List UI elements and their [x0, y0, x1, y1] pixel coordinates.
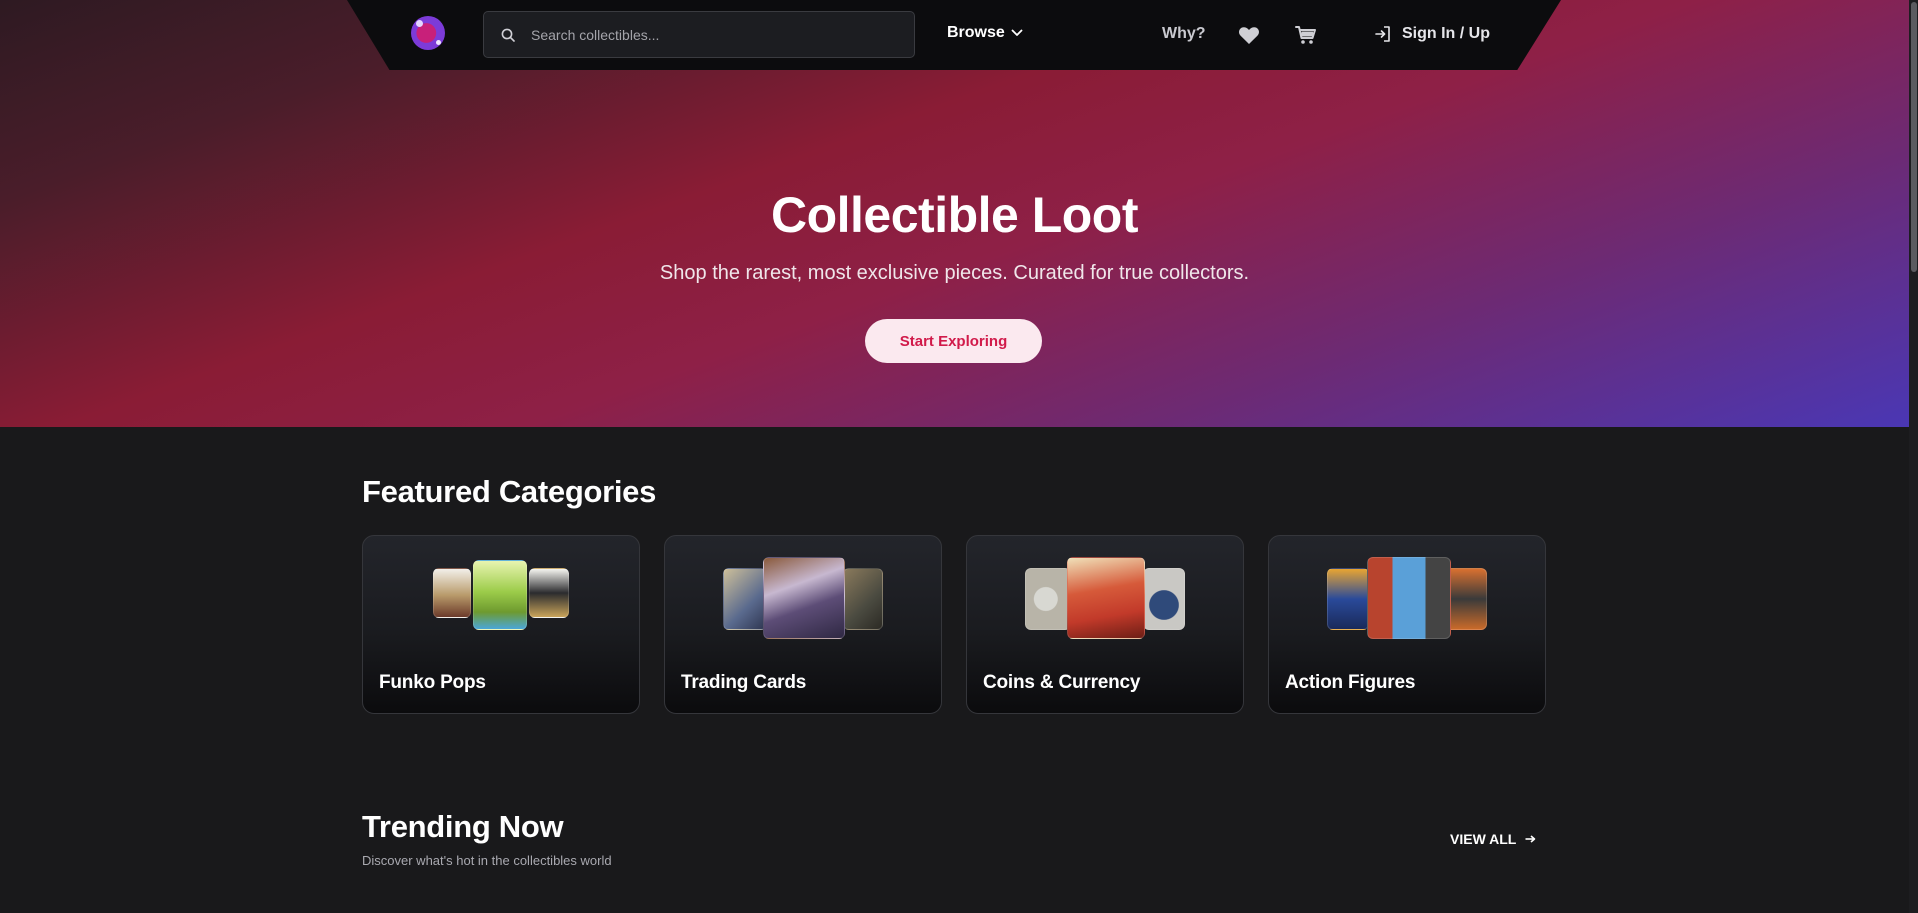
- cart-icon: [1295, 26, 1316, 44]
- category-card-action-figures[interactable]: Action Figures: [1268, 535, 1546, 714]
- chevron-down-icon: [1011, 29, 1023, 36]
- coins-currency-image: [967, 557, 1243, 642]
- category-card-funko-pops[interactable]: Funko Pops: [362, 535, 640, 714]
- trending-subtitle: Discover what's hot in the collectibles …: [362, 853, 612, 868]
- funko-pops-image: [363, 560, 639, 642]
- category-card-trading-cards[interactable]: Trading Cards: [664, 535, 942, 714]
- heart-icon: [1239, 27, 1259, 44]
- cart-button[interactable]: [1295, 25, 1317, 50]
- browse-label: Browse: [947, 24, 1005, 41]
- category-name: Funko Pops: [379, 672, 486, 693]
- logo-icon[interactable]: [411, 16, 445, 50]
- why-link[interactable]: Why?: [1162, 25, 1206, 43]
- sign-in-label: Sign In / Up: [1402, 25, 1490, 42]
- search-input[interactable]: [531, 12, 901, 57]
- browse-menu[interactable]: Browse: [947, 24, 1023, 42]
- category-name: Action Figures: [1285, 672, 1416, 693]
- page: Collectible Loot Shop the rarest, most e…: [0, 0, 1918, 913]
- view-all-link[interactable]: VIEW ALL: [1450, 831, 1536, 847]
- view-all-label: VIEW ALL: [1450, 831, 1517, 847]
- featured-categories-title: Featured Categories: [362, 474, 657, 509]
- action-figures-image: [1269, 557, 1545, 642]
- scrollbar-thumb[interactable]: [1911, 2, 1917, 272]
- arrow-right-icon: [1525, 835, 1536, 843]
- search-bar: [483, 11, 915, 58]
- hero-subtitle: Shop the rarest, most exclusive pieces. …: [659, 262, 1250, 284]
- search-icon: [501, 28, 515, 42]
- wishlist-button[interactable]: [1238, 26, 1260, 50]
- sign-in-icon: [1375, 26, 1390, 42]
- category-name: Trading Cards: [681, 672, 807, 693]
- hero-title: Collectible Loot: [771, 187, 1139, 243]
- start-exploring-button[interactable]: Start Exploring: [865, 319, 1042, 363]
- sign-in-button[interactable]: Sign In / Up: [1374, 25, 1490, 43]
- trading-cards-image: [665, 557, 941, 642]
- category-card-coins-currency[interactable]: Coins & Currency: [966, 535, 1244, 714]
- category-name: Coins & Currency: [983, 672, 1141, 693]
- trending-now-title: Trending Now: [362, 809, 564, 844]
